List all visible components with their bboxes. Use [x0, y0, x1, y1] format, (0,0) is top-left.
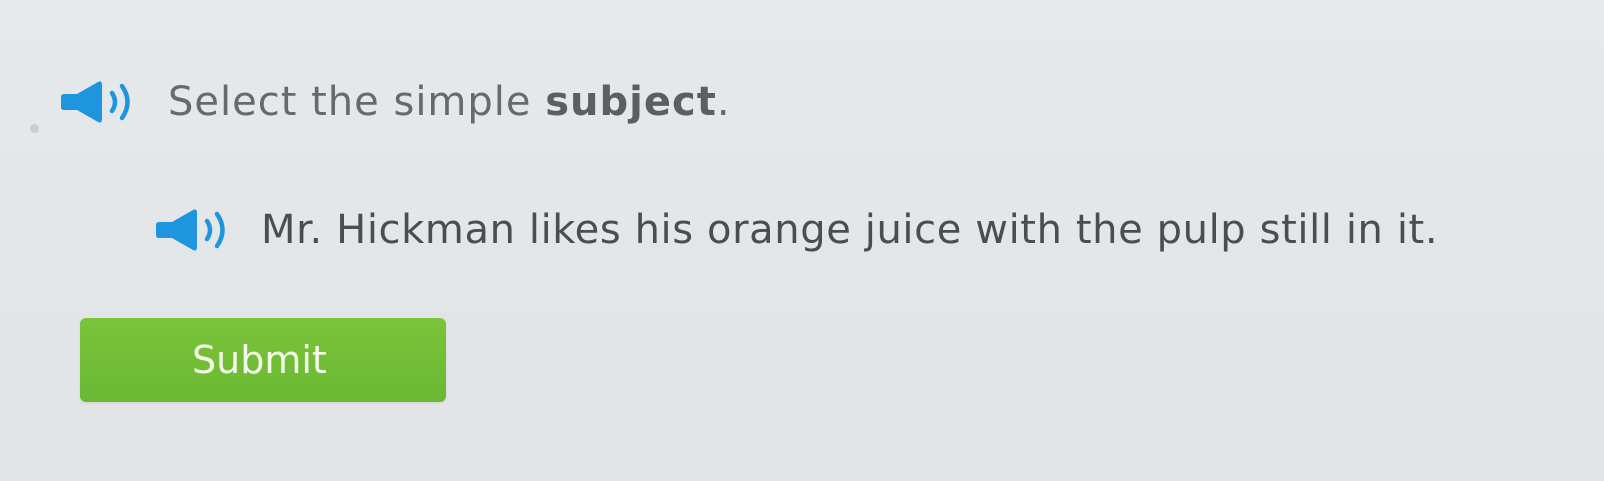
sentence-word[interactable]: Mr.	[261, 207, 323, 253]
prompt-keyword: subject	[545, 79, 717, 125]
sentence-word[interactable]: juice	[865, 207, 962, 253]
prompt-audio-button[interactable]	[60, 79, 140, 125]
speaker-icon	[61, 81, 130, 123]
sentence-word[interactable]: Hickman	[336, 207, 515, 253]
question-prompt: Select the simple subject.	[60, 72, 731, 132]
prompt-text-end: .	[716, 79, 731, 125]
sentence-word[interactable]: the	[1076, 207, 1143, 253]
question-page: Select the simple subject. Mr. Hickman l…	[0, 0, 1604, 481]
speaker-icon	[156, 209, 225, 251]
sentence-word[interactable]: likes	[529, 207, 621, 253]
prompt-text-lead: Select the simple	[168, 79, 546, 125]
sentence-word[interactable]: his	[635, 207, 694, 253]
sentence-word[interactable]: pulp	[1157, 207, 1247, 253]
sentence-word[interactable]: still	[1260, 207, 1333, 253]
bullet-dot	[30, 124, 39, 133]
sentence-word[interactable]: it.	[1397, 207, 1438, 253]
sentence-row: Mr. Hickman likes his orange juice with …	[155, 200, 1438, 260]
sentence-text: Mr. Hickman likes his orange juice with …	[261, 207, 1438, 253]
prompt-text: Select the simple subject.	[168, 79, 731, 125]
sentence-audio-button[interactable]	[155, 207, 235, 253]
sentence-word[interactable]: with	[975, 207, 1062, 253]
sentence-word[interactable]: orange	[707, 207, 851, 253]
sentence-word[interactable]: in	[1346, 207, 1384, 253]
submit-button[interactable]: Submit	[80, 318, 446, 402]
